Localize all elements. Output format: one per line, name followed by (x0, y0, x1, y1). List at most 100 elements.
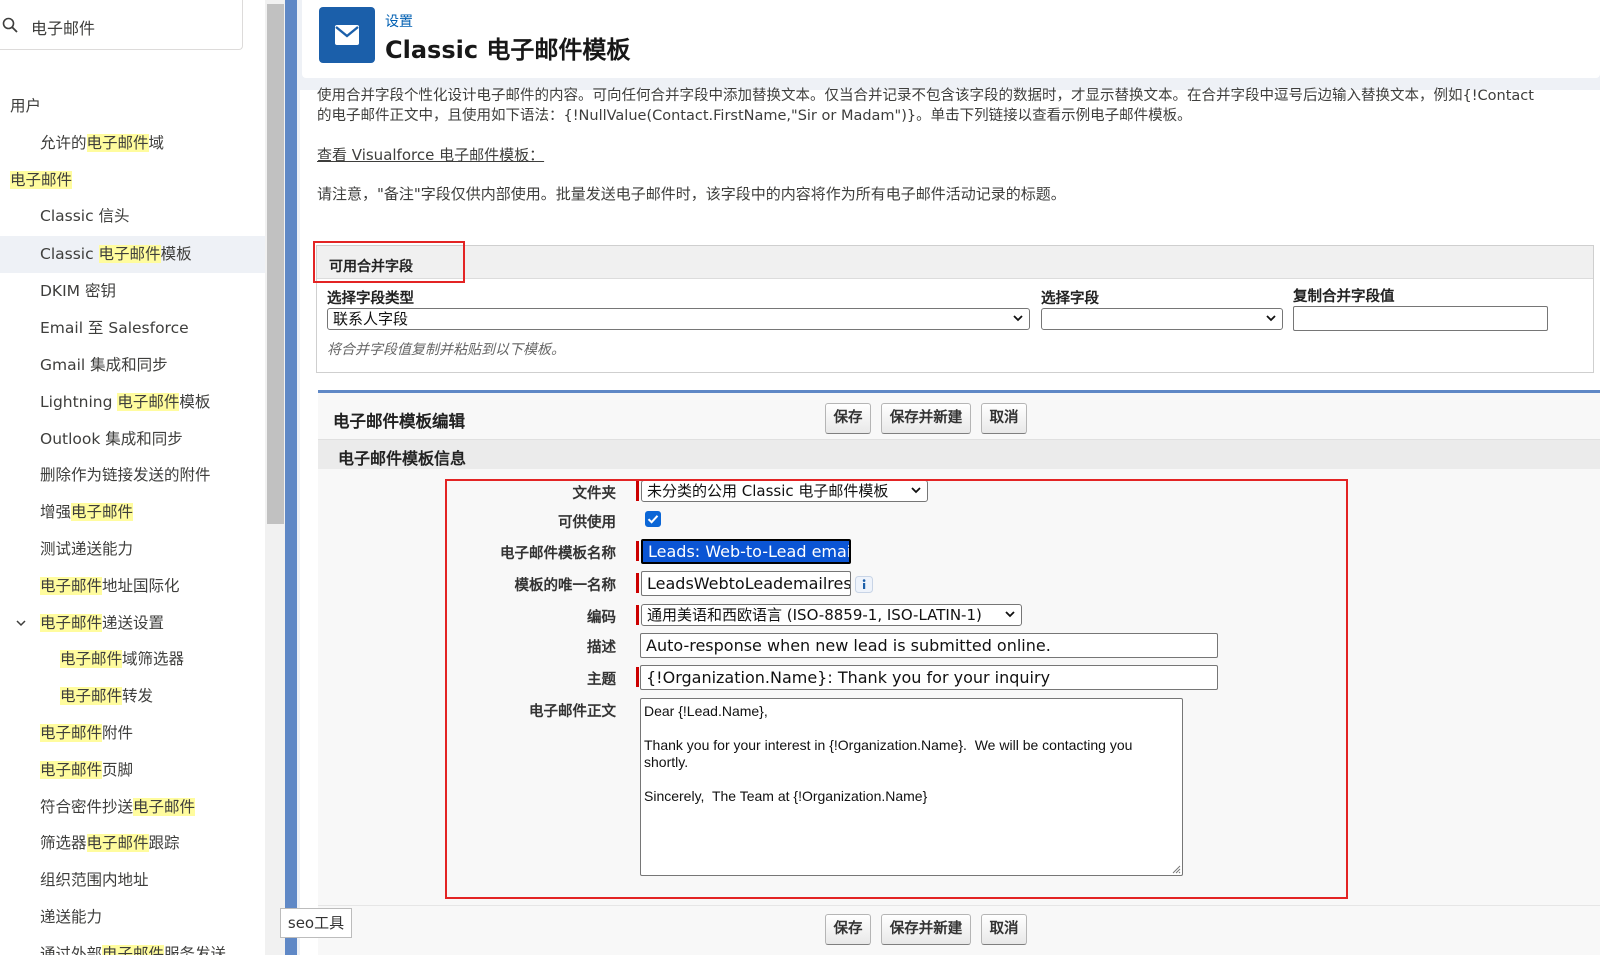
email-icon (319, 7, 375, 63)
chevron-down-icon[interactable] (15, 605, 27, 642)
sidebar-item-label-suffix: 模板 (160, 244, 192, 263)
sidebar-item-label-suffix: 域 (148, 133, 165, 152)
search-icon (2, 17, 18, 33)
sidebar-item-label: 增强 (40, 503, 72, 522)
sidebar-item[interactable]: Outlook 集成和同步 (0, 421, 265, 458)
sidebar-item-match-highlight: 电子邮件 (102, 944, 165, 955)
main-accent-strip (285, 0, 297, 955)
sidebar-item-label: DKIM 密钥 (40, 282, 116, 301)
sidebar-item[interactable]: Email 至 Salesforce (0, 310, 265, 347)
cancel-button[interactable]: 取消 (981, 403, 1027, 434)
sidebar-item[interactable]: 测试递送能力 (0, 531, 265, 568)
sidebar-item[interactable]: 递送能力 (0, 899, 265, 936)
sidebar-item-match-highlight: 电子邮件 (60, 687, 123, 706)
sidebar-item[interactable]: 电子邮件地址国际化 (0, 568, 265, 605)
sidebar-item-label: Classic 信头 (40, 207, 130, 226)
sidebar-item-label: 删除作为链接发送的附件 (40, 466, 211, 485)
sidebar-item-match-highlight: 电子邮件 (117, 392, 180, 411)
intro-text: 使用合并字段个性化设计电子邮件的内容。可向任何合并字段中添加替换文本。仅当合并记… (317, 86, 1600, 126)
sidebar-item-label: 允许的 (40, 133, 87, 152)
sidebar-item[interactable]: 电子邮件转发 (0, 678, 265, 715)
annotation-box-template-info (445, 479, 1348, 899)
sidebar-item[interactable]: Gmail 集成和同步 (0, 347, 265, 384)
sidebar-item-match-highlight: 电子邮件 (40, 760, 103, 779)
sidebar-item-label-suffix: 地址国际化 (102, 576, 180, 595)
save-and-new-button[interactable]: 保存并新建 (881, 403, 971, 434)
sidebar-item-label: Outlook 集成和同步 (40, 429, 183, 448)
sidebar-item[interactable]: 删除作为链接发送的附件 (0, 457, 265, 494)
sidebar-item-label: 递送能力 (40, 907, 103, 926)
sidebar-item-label-suffix: 页脚 (102, 760, 134, 779)
copy-merge-value-field[interactable] (1293, 306, 1548, 331)
sidebar-item[interactable]: 用户 (0, 88, 265, 125)
setup-nav-tree: 用户 允许的电子邮件域 电子邮件 Classic 信头 Classic 电子邮件模板 DK… (0, 88, 265, 955)
sidebar-item-match-highlight: 电子邮件 (86, 834, 149, 853)
save-button[interactable]: 保存 (825, 403, 871, 434)
sidebar-item-label-suffix: 转发 (122, 687, 154, 706)
save-button-bottom[interactable]: 保存 (825, 914, 871, 945)
sidebar-item-match-highlight: 电子邮件 (40, 576, 103, 595)
sidebar-item[interactable]: 增强电子邮件 (0, 494, 265, 531)
field-type-select[interactable]: 联系人字段 (327, 308, 1030, 330)
chevron-down-icon (1013, 315, 1023, 322)
sidebar-item[interactable]: Lightning 电子邮件模板 (0, 384, 265, 421)
quick-find-input[interactable]: 电子邮件 (31, 15, 95, 39)
quick-find-box[interactable]: 电子邮件 (0, 0, 243, 50)
sidebar-item-label: Classic (40, 244, 99, 263)
sidebar-item[interactable]: 电子邮件 (0, 162, 265, 199)
sidebar-item[interactable]: 电子邮件页脚 (0, 752, 265, 789)
merge-fields-hint: 将合并字段值复制并粘贴到以下模板。 (327, 342, 565, 358)
sidebar-item-label-suffix: 跟踪 (148, 834, 180, 853)
sidebar-item[interactable]: DKIM 密钥 (0, 273, 265, 310)
sidebar-scrollbar-thumb[interactable] (267, 4, 284, 524)
sidebar-item[interactable]: 电子邮件递送设置 (0, 605, 265, 642)
setup-sidebar: 电子邮件 用户 允许的电子邮件域 电子邮件 Classic 信头 Classic 电子邮… (0, 0, 265, 955)
bottom-button-bar: 保存 保存并新建 取消 (318, 905, 1600, 955)
field-type-value: 联系人字段 (333, 310, 409, 328)
sidebar-item-match-highlight: 电子邮件 (40, 723, 103, 742)
field-select[interactable] (1041, 308, 1283, 330)
template-edit-title: 电子邮件模板编辑 (333, 412, 465, 431)
sidebar-item[interactable]: 允许的电子邮件域 (0, 125, 265, 162)
sidebar-item-label: 通过外部 (40, 944, 103, 955)
sidebar-item[interactable]: 电子邮件附件 (0, 715, 265, 752)
sidebar-item[interactable]: 电子邮件域筛选器 (0, 641, 265, 678)
seo-tool-tag[interactable]: seo工具 (280, 908, 352, 938)
sidebar-item[interactable]: 符合密件抄送电子邮件 (0, 789, 265, 826)
breadcrumb[interactable]: 设置 (385, 11, 413, 31)
page-title: Classic 电子邮件模板 (385, 36, 631, 64)
field-select-label: 选择字段 (1041, 291, 1099, 307)
sidebar-item-label-suffix: 域筛选器 (122, 650, 185, 669)
merge-fields-panel: 可用合并字段 选择字段类型 联系人字段 选择字段 复制合并字段值 将合并字段值复… (316, 245, 1594, 373)
sidebar-item-match-highlight: 电子邮件 (71, 503, 134, 522)
sidebar-item-label-suffix: 模板 (179, 392, 211, 411)
sidebar-item-label: Gmail 集成和同步 (40, 355, 168, 374)
notes-field-note: 请注意，"备注"字段仅供内部使用。批量发送电子邮件时，该字段中的内容将作为所有电… (317, 185, 1066, 203)
visualforce-templates-link[interactable]: 查看 Visualforce 电子邮件模板： (317, 144, 544, 165)
template-info-section-header: 电子邮件模板信息 (318, 439, 1600, 469)
copy-merge-value-label: 复制合并字段值 (1293, 289, 1395, 305)
cancel-button-bottom[interactable]: 取消 (981, 914, 1027, 945)
sidebar-item[interactable]: 筛选器电子邮件跟踪 (0, 825, 265, 862)
sidebar-item-label: 符合密件抄送 (40, 797, 134, 816)
sidebar-item[interactable]: Classic 信头 (0, 198, 265, 236)
sidebar-item-label: 组织范围内地址 (40, 871, 149, 890)
sidebar-item[interactable]: 组织范围内地址 (0, 862, 265, 899)
sidebar-item[interactable]: 通过外部电子邮件服务发送 (0, 936, 265, 955)
sidebar-item-match-highlight: 电子邮件 (86, 133, 149, 152)
sidebar-item-match-highlight: 电子邮件 (10, 170, 73, 189)
sidebar-item[interactable]: Classic 电子邮件模板 (0, 235, 265, 274)
intro-line-1: 使用合并字段个性化设计电子邮件的内容。可向任何合并字段中添加替换文本。仅当合并记… (317, 88, 1534, 104)
sidebar-item-label-suffix: 附件 (102, 723, 134, 742)
intro-line-2: 的电子邮件正文中，且使用如下语法：{!NullValue(Contact.Fir… (317, 108, 1192, 124)
sidebar-item-label-suffix: 递送设置 (102, 613, 165, 632)
sidebar-item-match-highlight: 电子邮件 (98, 244, 161, 263)
sidebar-item-label: Email 至 Salesforce (40, 319, 189, 338)
sidebar-item-match-highlight: 电子邮件 (60, 650, 123, 669)
sidebar-item-match-highlight: 电子邮件 (40, 613, 103, 632)
chevron-down-icon (1266, 315, 1276, 322)
sidebar-item-label: 用户 (10, 97, 42, 115)
save-and-new-button-bottom[interactable]: 保存并新建 (881, 914, 971, 945)
sidebar-item-match-highlight: 电子邮件 (133, 797, 196, 816)
sidebar-item-label: 筛选器 (40, 834, 87, 853)
